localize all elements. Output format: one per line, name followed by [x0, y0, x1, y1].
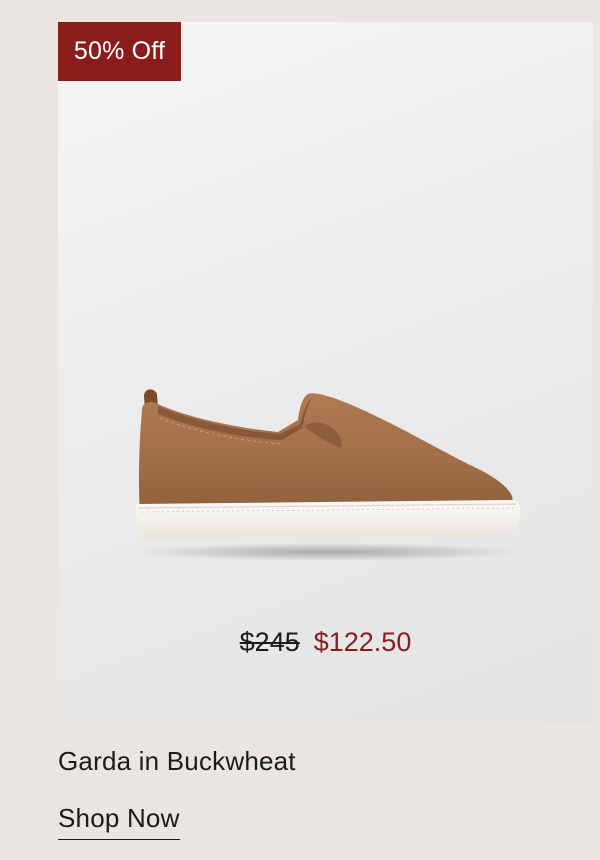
product-name[interactable]: Garda in Buckwheat: [58, 744, 296, 778]
product-image-panel[interactable]: 50% Off $245 $122.50: [58, 22, 593, 722]
product-image[interactable]: [128, 384, 523, 564]
price-row: $245 $122.50: [58, 625, 593, 659]
sale-price: $122.50: [313, 627, 412, 657]
discount-badge: 50% Off: [58, 22, 181, 81]
shop-now-link[interactable]: Shop Now: [58, 801, 180, 840]
product-card[interactable]: 50% Off $245 $122.50 Garda in Buckwheat …: [0, 0, 600, 860]
original-price: $245: [239, 627, 300, 657]
